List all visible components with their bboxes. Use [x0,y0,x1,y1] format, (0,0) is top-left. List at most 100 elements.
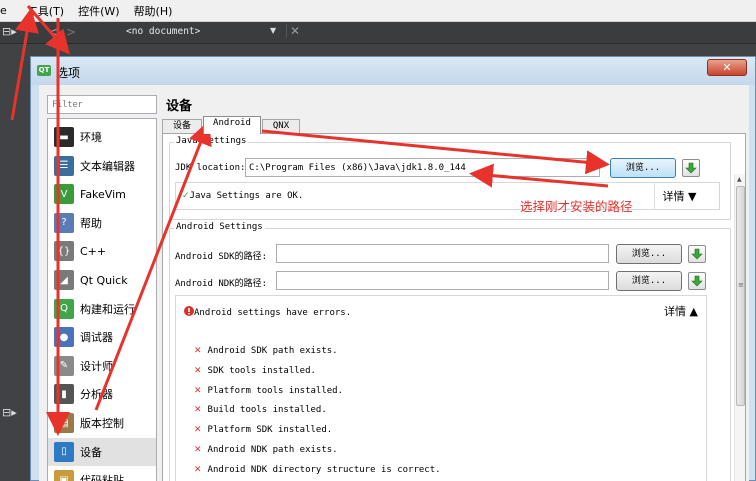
category-item-0[interactable]: ▬ 环境 [48,123,156,151]
category-label: 分析器 [80,388,113,402]
category-item-12[interactable]: ▣ 代码粘贴 [48,466,156,481]
check-row: ✕ Platform SDK installed. [194,425,332,435]
page-title: 设备 [166,99,193,114]
check-text: SDK tools installed. [207,365,316,376]
java-status-box: ✓Java Settings are OK. 详情 ▼ [175,182,720,210]
check-text: Build tools installed. [207,405,327,416]
qt-quick-icon: ◢ [54,270,74,290]
error-x-icon: ✕ [194,445,202,455]
designer-icon: ✎ [54,355,74,376]
error-icon [184,306,194,316]
check-row: ✕ Build tools installed. [194,405,327,415]
forward-arrow-icon[interactable]: > [66,25,76,39]
java-settings-group: Java Settings JDK location: 浏览... ✓Java … [169,136,731,220]
qt-app-icon: QT [37,65,51,76]
category-item-4[interactable]: {} C++ [48,237,156,265]
category-label: 代码粘贴 [80,474,124,481]
check-text: Platform tools installed. [207,385,344,396]
check-row: ✕ SDK tools installed. [194,366,316,376]
category-label: 调试器 [80,331,113,345]
check-icon: ✓ [182,191,190,201]
menu-tools[interactable]: 工具(T) [20,3,71,19]
menu-help[interactable]: 帮助(H) [127,3,180,19]
ndk-path-input[interactable] [276,271,609,290]
jdk-browse-button[interactable]: 浏览... [610,158,676,178]
menu-widgets[interactable]: 控件(W) [71,3,126,19]
error-x-icon: ✕ [194,385,202,396]
check-text: Android NDK path exists. [207,445,338,455]
category-item-9[interactable]: ▮ 分析器 [48,380,156,408]
category-item-10[interactable]: ▤ 版本控制 [48,409,156,437]
jdk-location-label: JDK location: [175,163,246,173]
help-icon: ? [54,212,74,233]
java-details-button[interactable]: 详情 ▼ [654,183,704,209]
split-icon-lower[interactable]: ⊟▸ [2,406,17,419]
category-list: ▬ 环境 ☰ 文本编辑器 V FakeVim? 帮助 {} C++ ◢ Qt Quick Q 构建和运行… [47,118,157,481]
jdk-location-input[interactable] [245,158,600,177]
jdk-download-button[interactable] [682,159,700,177]
check-text: Android SDK path exists. [207,346,338,356]
category-item-1[interactable]: ☰ 文本编辑器 [48,152,156,180]
sdk-path-label: Android SDK的路径: [175,252,268,262]
vertical-scrollbar[interactable]: ▲ ≡ [734,174,745,481]
category-label: 文本编辑器 [80,159,135,173]
android-status-box: Android settings have errors. 详情 ▲ ✕ Andr… [175,295,707,481]
monitor-icon: ▬ [54,127,74,147]
options-dialog: QT 选项 ✕ ▬ 环境 ☰ 文本编辑器 V FakeVim? 帮助 {} C++ ◢ Qt Qui… [30,56,756,481]
error-x-icon: ✕ [194,405,202,416]
category-label: FakeVim [80,187,126,201]
build-run-icon: Q [54,298,74,319]
category-label: 构建和运行 [80,302,135,316]
scroll-thumb[interactable]: ≡ [736,186,745,406]
category-item-3[interactable]: ? 帮助 [48,209,156,237]
category-item-6[interactable]: Q 构建和运行 [48,295,156,323]
back-arrow-icon[interactable]: < [48,25,58,39]
document-selector[interactable]: <no document> [126,26,200,37]
devices-icon: ▯ [54,441,74,462]
editor-toolbar: ⊟▸ < > <no document> ▼ ✕ [0,22,756,44]
android-status-text: Android settings have errors. [194,308,352,318]
chevron-down-icon[interactable]: ▼ [270,26,276,35]
category-item-7[interactable]: ● 调试器 [48,323,156,351]
check-row: ✕ Platform tools installed. [194,386,343,396]
android-details-button[interactable]: 详情 ▲ [656,298,706,324]
sdk-path-input[interactable] [276,244,609,263]
ndk-browse-button[interactable]: 浏览... [616,271,682,291]
annotation-caption: 选择刚才安装的路径 [520,199,633,214]
ndk-download-button[interactable] [688,272,706,290]
category-label: 环境 [80,131,102,144]
filter-input[interactable] [47,95,157,114]
debugger-icon: ● [54,327,74,348]
error-x-icon: ✕ [194,346,202,356]
category-label: C++ [80,244,107,258]
scroll-up-icon[interactable]: ▲ [737,176,742,183]
category-item-2[interactable]: V FakeVim [48,180,156,208]
cpp-icon: {} [54,241,74,262]
dialog-client: ▬ 环境 ☰ 文本编辑器 V FakeVim? 帮助 {} C++ ◢ Qt Quick Q 构建和运行… [39,85,749,481]
category-item-8[interactable]: ✎ 设计师 [48,352,156,380]
check-row: ✕ Android SDK path exists. [194,346,338,356]
text-editor-icon: ☰ [54,155,74,176]
analyzer-icon: ▮ [54,384,74,405]
category-label: 帮助 [80,216,102,230]
menu-edit[interactable]: e [0,4,14,17]
close-button[interactable]: ✕ [707,59,747,76]
tab-qnx[interactable]: QNX [262,119,300,134]
split-icon[interactable]: ⊟▸ [2,25,17,38]
sdk-browse-button[interactable]: 浏览... [616,244,682,264]
sdk-download-button[interactable] [688,245,706,263]
error-x-icon: ✕ [194,464,202,475]
check-row: ✕ Android NDK path exists. [194,445,338,455]
error-x-icon: ✕ [194,425,202,436]
close-document-icon[interactable]: ✕ [286,24,300,38]
error-x-icon: ✕ [194,365,202,376]
category-item-11[interactable]: ▯ 设备 [48,437,156,466]
category-item-5[interactable]: ◢ Qt Quick [48,266,156,294]
download-arrow-icon [685,162,697,174]
android-tab-pane: Java Settings JDK location: 浏览... ✓Java … [162,133,746,481]
tab-android[interactable]: Android [203,116,261,134]
menu-bar: e 工具(T) 控件(W) 帮助(H) [0,0,756,22]
check-text: Platform SDK installed. [207,425,333,436]
tab-devices[interactable]: 设备 [162,119,202,134]
android-settings-title: Android Settings [174,222,265,232]
